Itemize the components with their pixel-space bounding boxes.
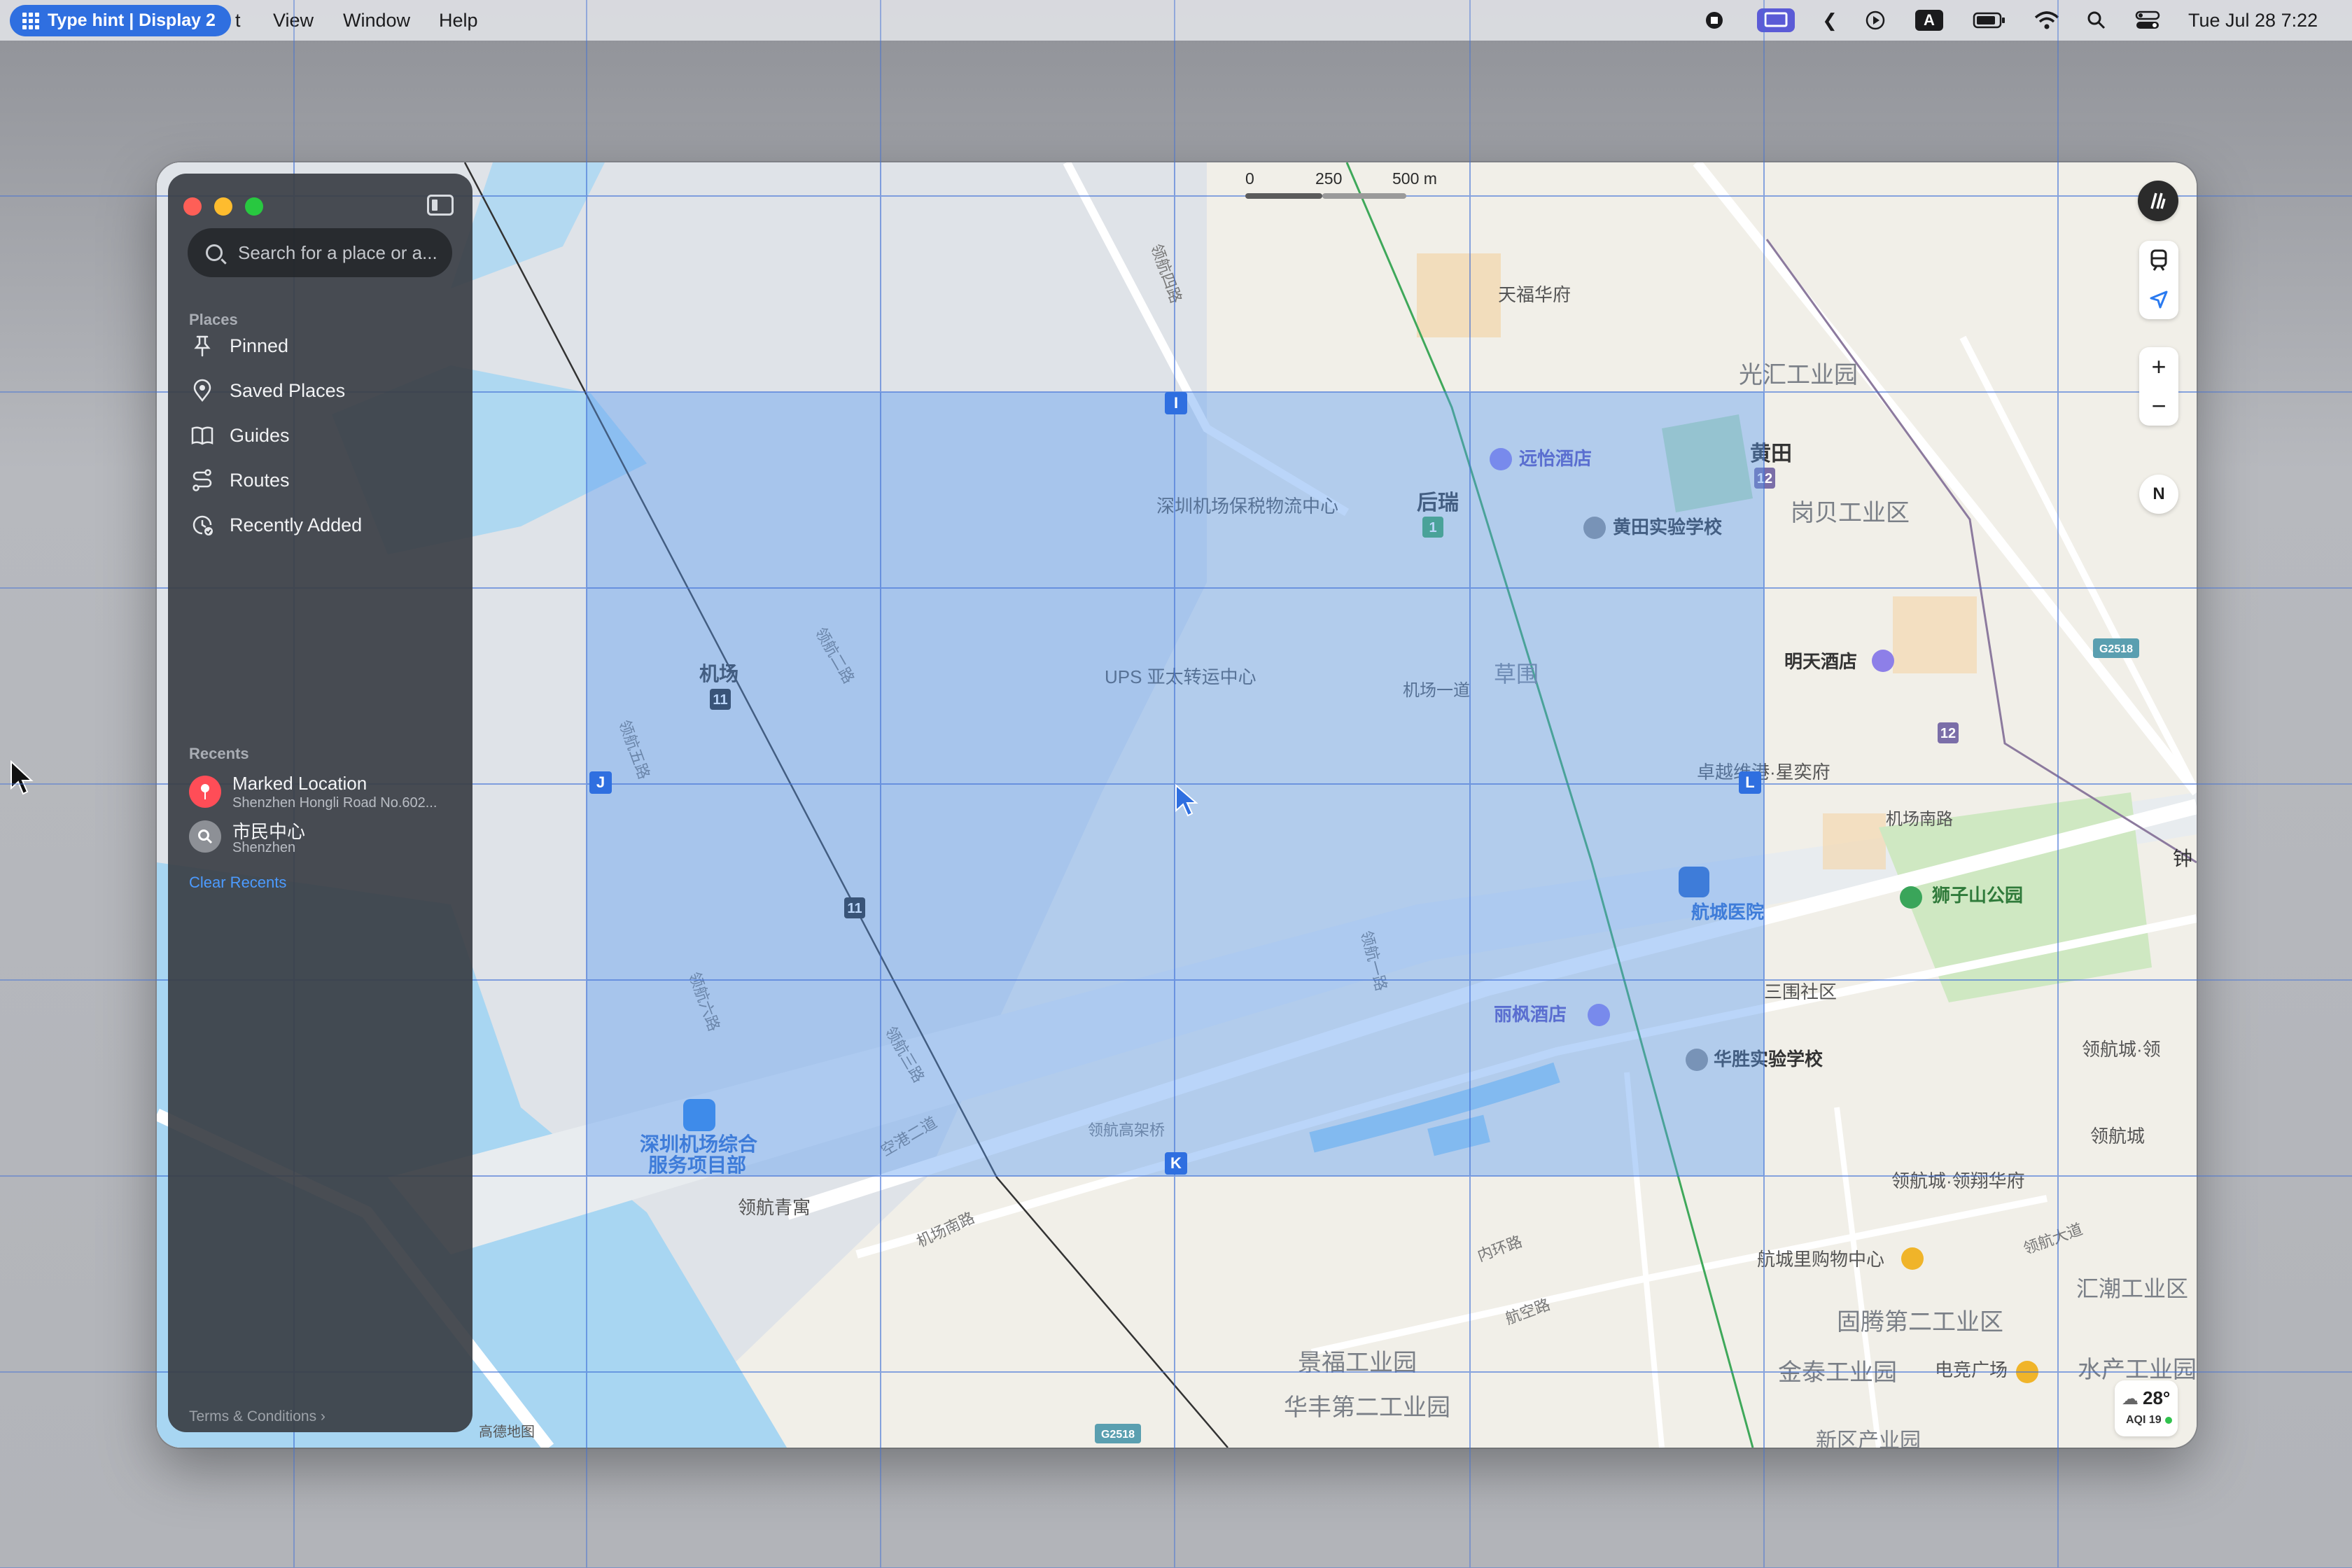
map-label[interactable]: 电竞广场 [1935, 1359, 2008, 1380]
play-icon[interactable] [1865, 10, 1886, 31]
weather-temp: 28° [2143, 1387, 2171, 1408]
menu-view[interactable]: View [273, 0, 314, 41]
grid-icon [22, 12, 39, 29]
hotel-marker-icon[interactable] [1872, 650, 1894, 672]
search-input[interactable] [237, 241, 449, 265]
map-label[interactable]: 岗贝工业区 [1791, 500, 1910, 526]
sidebar-item-label: Saved Places [230, 379, 346, 401]
compass-label: N [2152, 484, 2165, 503]
transit-icon[interactable] [2149, 241, 2169, 280]
menu-help[interactable]: Help [439, 0, 478, 41]
map-label[interactable]: 领航城 [2090, 1126, 2145, 1147]
close-window-button[interactable] [183, 197, 202, 216]
recent-title: Marked Location [232, 773, 368, 794]
scale-end: 500 m [1392, 169, 1437, 188]
search-icon [189, 820, 221, 853]
map-label[interactable]: 三围社区 [1764, 981, 1837, 1002]
cloud-icon: ☁ [2122, 1390, 2138, 1408]
wifi-icon[interactable] [2034, 10, 2059, 31]
map-mode-group [2139, 241, 2178, 319]
battery-icon[interactable] [1973, 10, 2006, 31]
sidebar-item-routes[interactable]: Routes [189, 461, 455, 500]
map-label[interactable]: 机场南路 [1886, 810, 1953, 829]
terms-label: Terms & Conditions [189, 1408, 317, 1424]
scale-mid: 250 [1315, 169, 1343, 188]
sidebar-toggle-icon[interactable] [427, 195, 454, 216]
chevron-left-icon[interactable]: ❮ [1822, 10, 1837, 31]
sidebar-item-recently-added[interactable]: Recently Added [189, 505, 455, 545]
map-scale: 0 250 500 m [1245, 169, 1455, 203]
sidebar-item-label: Pinned [230, 335, 289, 356]
map-label[interactable]: 领航城·领 [2082, 1039, 2161, 1060]
compass-button[interactable]: N [2139, 475, 2178, 514]
map-label[interactable]: 华丰第二工业园 [1284, 1394, 1450, 1421]
menu-bar: Type hint | Display 2 t View Window Help… [0, 0, 2352, 41]
sidebar-item-saved-places[interactable]: Saved Places [189, 371, 455, 410]
maps-window: 天福华府 光汇工业园 远怡酒店 黄田 后瑞 深圳机场保税物流中心 黄田实验学校 … [157, 162, 2197, 1448]
recently-added-icon [189, 512, 216, 538]
sidebar-item-label: Recently Added [230, 514, 363, 536]
zoom-out-button[interactable]: − [2151, 386, 2166, 426]
recents-header: Recents [189, 745, 249, 762]
recent-item-civic-center[interactable]: 市民中心 Shenzhen [189, 815, 462, 858]
chevron-right-icon: › [320, 1408, 326, 1424]
sidebar-item-pinned[interactable]: Pinned [189, 326, 455, 365]
type-hint-badge[interactable]: Type hint | Display 2 [10, 5, 231, 36]
sidebar: Places Pinned Saved Places Guides Routes [168, 174, 472, 1432]
map-label[interactable]: 新区产业园 [1816, 1429, 1921, 1448]
map-label[interactable]: 领航城·领翔华府 [1891, 1170, 2025, 1191]
road-shield[interactable]: G2518 [2099, 643, 2133, 655]
scale-zero: 0 [1245, 169, 1254, 188]
guides-icon [189, 422, 216, 449]
search-field[interactable] [188, 228, 452, 277]
park-marker-icon[interactable] [1900, 886, 1922, 909]
recent-subtitle: Shenzhen [232, 840, 296, 855]
zoom-window-button[interactable] [245, 197, 263, 216]
spotlight-search-icon[interactable] [2086, 10, 2107, 31]
app-menu-tail[interactable]: t [235, 0, 241, 41]
road-shield[interactable]: G2518 [1101, 1429, 1135, 1441]
map-attribution[interactable]: 高德地图 [479, 1424, 535, 1440]
map-label[interactable]: 光汇工业园 [1739, 362, 1858, 388]
map-label[interactable]: 航城里购物中心 [1757, 1249, 1884, 1270]
map-label[interactable]: 钟 [2173, 848, 2192, 869]
pin-icon [189, 332, 216, 359]
marked-location-icon [189, 776, 221, 808]
sidebar-item-label: Guides [230, 424, 290, 446]
saved-places-icon [189, 377, 216, 404]
clear-recents-button[interactable]: Clear Recents [189, 874, 286, 892]
weather-widget[interactable]: ☁ 28° AQI 19 [2115, 1380, 2178, 1436]
sidebar-item-label: Routes [230, 469, 290, 491]
search-icon [206, 244, 223, 261]
recent-subtitle: Shenzhen Hongli Road No.602... [232, 795, 438, 811]
map-label[interactable]: 狮子山公园 [1932, 885, 2023, 906]
shopping-marker-icon[interactable] [1901, 1247, 1924, 1270]
map-label[interactable]: 领航青寓 [738, 1197, 811, 1218]
terms-link[interactable]: Terms & Conditions › [189, 1408, 326, 1425]
location-arrow-icon[interactable] [2148, 280, 2169, 319]
minimize-window-button[interactable] [214, 197, 232, 216]
routes-icon [189, 467, 216, 493]
input-source-icon[interactable]: A [1915, 10, 1943, 31]
recent-item-marked-location[interactable]: Marked Location Shenzhen Hongli Road No.… [189, 770, 462, 813]
aqi-dot [2165, 1417, 2172, 1424]
map-label[interactable]: 水产工业园 [2078, 1357, 2197, 1383]
zoom-in-button[interactable]: + [2151, 347, 2166, 386]
map-label[interactable]: 汇潮工业区 [2076, 1276, 2188, 1301]
record-icon[interactable] [1704, 10, 1725, 31]
station-badge[interactable]: 12 [1940, 726, 1956, 741]
clock[interactable]: Tue Jul 28 7:22 [2188, 0, 2318, 41]
map-label[interactable]: 天福华府 [1498, 284, 1571, 305]
sidebar-item-guides[interactable]: Guides [189, 416, 455, 455]
account-avatar[interactable] [2138, 181, 2178, 221]
menu-window[interactable]: Window [343, 0, 410, 41]
type-hint-label: Type hint | Display 2 [48, 10, 216, 30]
weather-aqi: AQI 19 [2126, 1414, 2162, 1426]
zoom-group: + − [2139, 347, 2178, 426]
screen-mirroring-icon[interactable] [1757, 8, 1795, 32]
control-center-icon[interactable] [2135, 10, 2160, 31]
map-label[interactable]: 固腾第二工业区 [1837, 1309, 2003, 1336]
map-label[interactable]: 明天酒店 [1784, 651, 1857, 672]
